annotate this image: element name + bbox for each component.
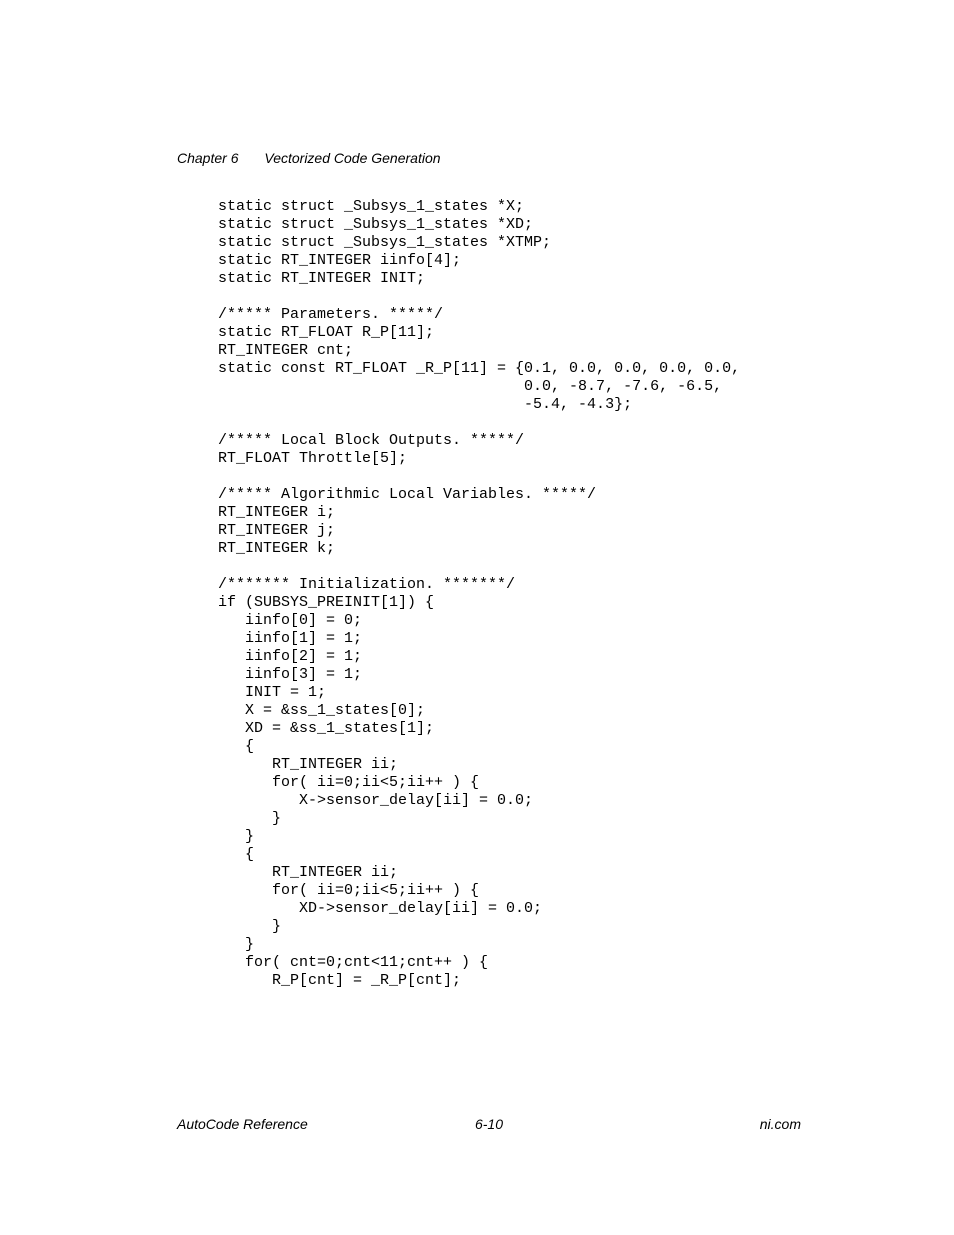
chapter-title: Vectorized Code Generation xyxy=(264,150,440,166)
page-header: Chapter 6 Vectorized Code Generation xyxy=(177,150,441,166)
code-listing: static struct _Subsys_1_states *X; stati… xyxy=(218,198,894,990)
footer-page-number: 6-10 xyxy=(177,1116,801,1132)
chapter-label: Chapter 6 xyxy=(177,150,238,166)
document-page: Chapter 6 Vectorized Code Generation sta… xyxy=(0,0,954,1235)
page-footer: 6-10 AutoCode Reference ni.com xyxy=(177,1116,801,1132)
